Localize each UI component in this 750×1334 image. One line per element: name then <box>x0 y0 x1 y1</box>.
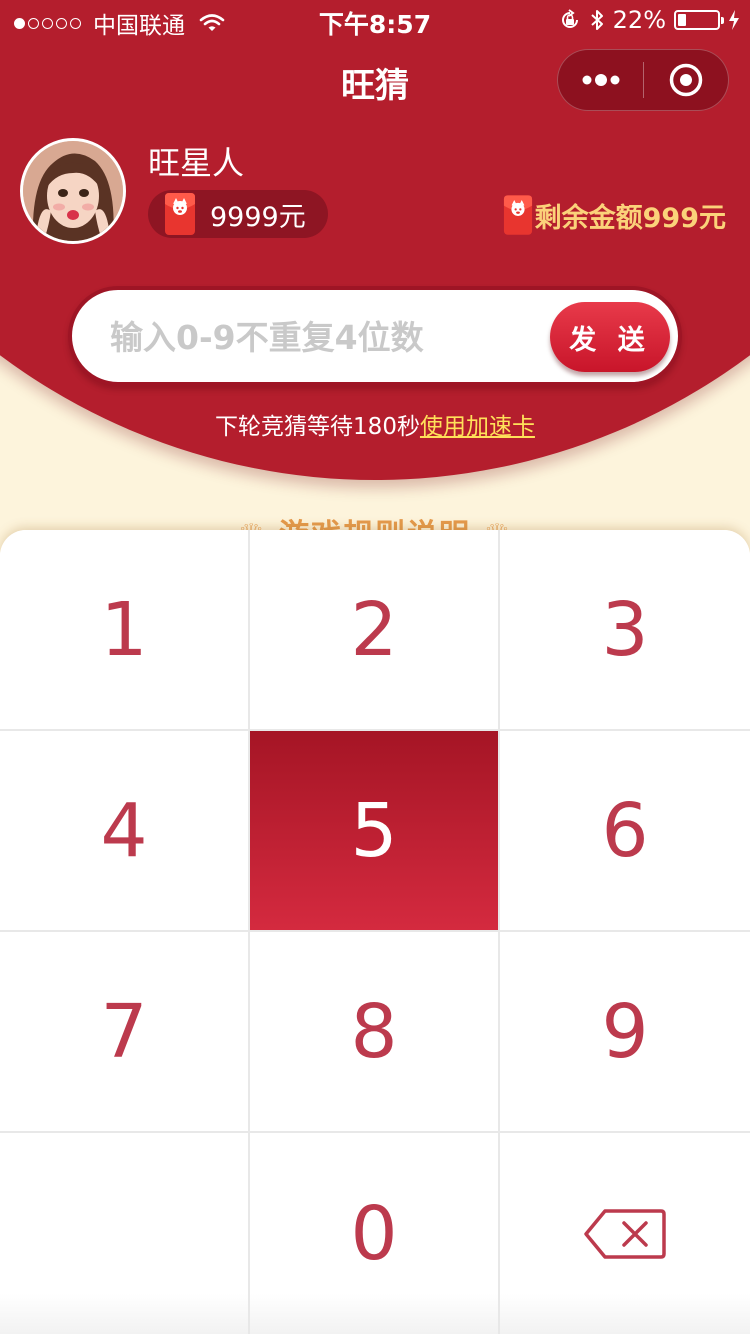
key-label: 2 <box>350 586 398 673</box>
signal-dot <box>56 17 67 29</box>
backspace-key[interactable] <box>500 1133 750 1334</box>
key-label: 9 <box>601 988 649 1075</box>
key-4[interactable]: 4 <box>0 731 250 932</box>
battery-percent: 22% <box>612 6 666 34</box>
status-bar: 中国联通 下午8:57 22% <box>0 0 750 40</box>
key-9[interactable]: 9 <box>500 932 750 1133</box>
send-button[interactable]: 发 送 <box>550 302 670 372</box>
battery-icon <box>674 10 724 30</box>
key-label: 4 <box>100 787 148 874</box>
carrier-name: 中国联通 <box>93 13 185 39</box>
signal-dot <box>70 17 81 29</box>
balance-amount: 9999元 <box>210 201 306 233</box>
backspace-icon <box>584 1208 666 1259</box>
key-5[interactable]: 5 <box>250 731 500 932</box>
key-label: 8 <box>350 988 398 1075</box>
red-envelope-icon <box>503 195 532 235</box>
wait-notice: 下轮竞猜等待180秒使用加速卡 <box>0 407 750 441</box>
more-button[interactable] <box>558 50 643 110</box>
remaining-amount-display: 剩余金额 999元 <box>503 194 726 236</box>
charging-icon <box>729 10 739 30</box>
guess-input-box: 发 送 <box>68 286 682 386</box>
key-label: 5 <box>350 787 398 874</box>
target-close-icon <box>669 63 703 97</box>
key-2[interactable]: 2 <box>250 530 500 731</box>
avatar[interactable] <box>20 138 126 244</box>
key-label: 1 <box>100 586 148 673</box>
miniprogram-capsule <box>557 49 729 111</box>
key-blank <box>0 1133 250 1334</box>
key-8[interactable]: 8 <box>250 932 500 1133</box>
remaining-label: 剩余金额 <box>534 202 643 234</box>
use-speed-card-link[interactable]: 使用加速卡 <box>420 414 535 440</box>
app-screen: 中国联通 下午8:57 22% 旺猜 旺星人 9999元 剩余金额 999元 输… <box>0 0 750 1334</box>
key-7[interactable]: 7 <box>0 932 250 1133</box>
battery-level <box>678 14 687 26</box>
signal-strength-icon <box>14 17 81 29</box>
wait-text: 下轮竞猜等待180秒 <box>215 414 420 440</box>
balance-pill: 9999元 <box>148 190 328 238</box>
number-keypad: 1 2 3 4 5 6 7 8 9 0 <box>0 530 750 1334</box>
username: 旺星人 <box>148 144 245 182</box>
key-3[interactable]: 3 <box>500 530 750 731</box>
key-label: 3 <box>601 586 649 673</box>
signal-dot <box>28 17 39 29</box>
more-dots-icon <box>582 74 619 86</box>
rotation-lock-icon <box>561 9 578 28</box>
status-left: 中国联通 <box>14 6 225 40</box>
key-0[interactable]: 0 <box>250 1133 500 1334</box>
wifi-icon <box>199 14 225 31</box>
status-right: 22% <box>559 6 740 34</box>
remaining-amount: 999元 <box>642 202 726 234</box>
key-label: 0 <box>350 1190 398 1277</box>
red-envelope-icon <box>165 193 195 235</box>
bluetooth-icon <box>590 10 603 30</box>
key-label: 6 <box>601 787 649 874</box>
guess-input[interactable] <box>110 312 530 362</box>
close-button[interactable] <box>644 50 728 110</box>
signal-dot <box>14 17 25 29</box>
signal-dot <box>42 17 53 29</box>
key-label: 7 <box>100 988 148 1075</box>
key-1[interactable]: 1 <box>0 530 250 731</box>
key-6[interactable]: 6 <box>500 731 750 932</box>
avatar-portrait-icon <box>23 141 123 241</box>
